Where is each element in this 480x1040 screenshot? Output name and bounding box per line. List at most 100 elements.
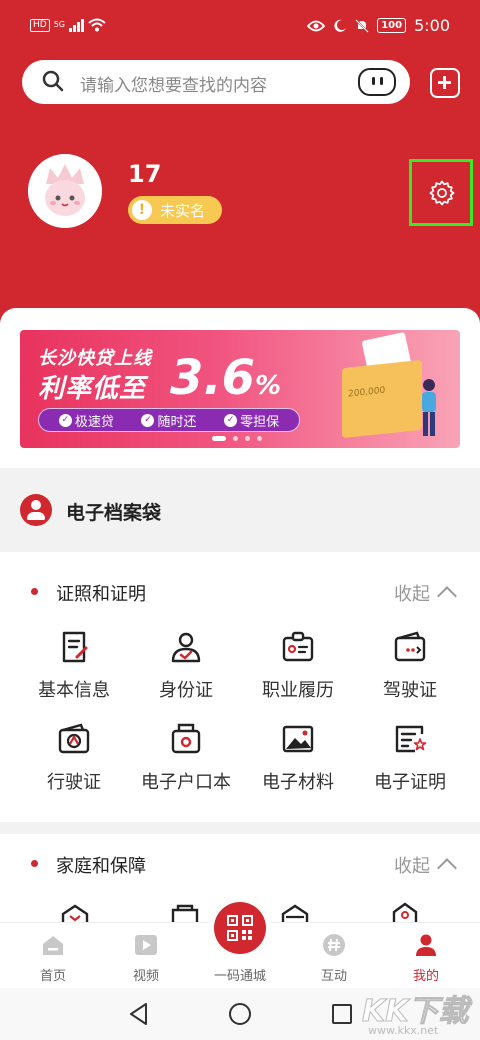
- verify-status-text: 未实名: [160, 202, 206, 220]
- badge-icon: [282, 631, 314, 662]
- section-certificates: 证照和证明 收起 基本信息 身份证 职业履历 驾驶证 行驶证 电子户口本 电子材…: [0, 552, 480, 822]
- user-circle-icon: [20, 494, 52, 526]
- id-person-icon: [171, 632, 201, 663]
- collapse-button[interactable]: 收起: [394, 580, 430, 606]
- banner-rate-unit: %: [255, 371, 282, 401]
- tab-label: 互动: [320, 969, 347, 984]
- assistant-robot-icon[interactable]: [358, 68, 396, 96]
- grid-label: 电子证明: [374, 772, 446, 793]
- chevron-up-icon[interactable]: [437, 586, 457, 606]
- grid-label: 电子户口本: [141, 772, 231, 793]
- user-name: 17: [128, 160, 162, 188]
- grid-item-id-card[interactable]: 身份证: [130, 630, 242, 702]
- document-pen-icon: [62, 631, 88, 663]
- status-bar: HD 5G 100 5:00: [0, 0, 480, 54]
- verify-status-badge[interactable]: ! 未实名: [128, 196, 222, 224]
- battery-indicator: 100: [377, 18, 407, 33]
- check-icon: ✓: [141, 413, 155, 427]
- home-icon: [43, 936, 63, 955]
- mute-bell-icon: [355, 18, 369, 33]
- image-material-icon: [282, 725, 314, 753]
- section-dot: [31, 860, 38, 867]
- family-home-icon: [392, 902, 418, 924]
- gear-icon: [429, 180, 455, 206]
- archive-title: 电子档案袋: [66, 502, 162, 524]
- grid-label: 电子材料: [262, 772, 334, 793]
- banner-tag: ✓ 零担保: [224, 411, 279, 430]
- settings-button[interactable]: [409, 159, 473, 226]
- hashtag-chat-icon: [323, 934, 345, 956]
- promo-banner[interactable]: 长沙快贷上线 利率低至 3.6% ✓ 极速贷 ✓ 随时还 ✓ 零担保 200,000: [20, 330, 460, 448]
- search-input[interactable]: 请输入您想要查找的内容: [80, 71, 267, 96]
- grid-label: 身份证: [159, 680, 213, 701]
- banner-tag: ✓ 随时还: [141, 411, 196, 430]
- tab-interact[interactable]: 互动: [286, 923, 382, 989]
- clock: 5:00: [414, 16, 450, 35]
- banner-rate-value: 3.6: [170, 350, 256, 406]
- vehicle-card-icon: [58, 723, 90, 754]
- banner-tag-label: 极速贷: [74, 414, 114, 430]
- alert-icon: !: [132, 200, 152, 220]
- avatar[interactable]: [28, 154, 102, 228]
- grid-label: 职业履历: [262, 680, 334, 701]
- banner-tag: ✓ 极速贷: [58, 411, 114, 430]
- back-icon[interactable]: [128, 1002, 148, 1026]
- home-nav-icon[interactable]: [229, 1003, 251, 1025]
- grid-label: 基本信息: [38, 680, 110, 701]
- grid-item-driver-license[interactable]: 驾驶证: [354, 630, 466, 702]
- watermark-url: www.kkx.net: [368, 1024, 439, 1037]
- check-icon: ✓: [58, 413, 72, 427]
- video-icon: [135, 935, 157, 955]
- section-title: 家庭和保障: [56, 856, 146, 877]
- mascot-avatar-icon: [28, 154, 102, 228]
- family-card-icon: [171, 904, 199, 924]
- grid-label: 行驶证: [47, 772, 101, 793]
- tab-home[interactable]: 首页: [5, 923, 101, 989]
- recent-apps-icon[interactable]: [332, 1004, 352, 1024]
- grid-item-basic-info[interactable]: 基本信息: [18, 630, 130, 702]
- family-envelope-icon: [61, 904, 89, 924]
- qr-code-icon: [227, 915, 253, 941]
- banner-title-line2: 利率低至: [38, 374, 147, 404]
- check-icon: ✓: [224, 413, 238, 427]
- grid-item-certificate[interactable]: 电子证明: [354, 722, 466, 794]
- banner-pagination: [212, 436, 262, 441]
- banner-tags: ✓ 极速贷 ✓ 随时还 ✓ 零担保: [38, 408, 300, 432]
- grid-item-career[interactable]: 职业履历: [242, 630, 354, 702]
- wifi-icon: [88, 18, 106, 32]
- banner-person-illustration: [422, 379, 436, 436]
- archive-header: 电子档案袋: [0, 480, 480, 552]
- signal-icon: [69, 18, 84, 32]
- search-icon: [42, 70, 64, 92]
- tab-label: 视频: [132, 969, 159, 984]
- eye-icon: [307, 20, 326, 31]
- chevron-up-icon[interactable]: [437, 858, 457, 878]
- section-title: 证照和证明: [56, 584, 146, 605]
- add-button[interactable]: [430, 68, 460, 98]
- tab-label: 我的: [412, 969, 439, 984]
- grid-item-vehicle-license[interactable]: 行驶证: [18, 722, 130, 794]
- banner-title-line1: 长沙快贷上线: [38, 348, 152, 369]
- tab-video[interactable]: 视频: [98, 923, 194, 989]
- banner-tag-label: 随时还: [157, 414, 197, 430]
- qr-code-button[interactable]: [214, 902, 266, 954]
- search-bar[interactable]: 请输入您想要查找的内容: [22, 60, 410, 104]
- grid-item-materials[interactable]: 电子材料: [242, 722, 354, 794]
- certificate-star-icon: [395, 725, 427, 753]
- tab-label: 一码通城: [213, 969, 266, 984]
- collapse-button[interactable]: 收起: [394, 852, 430, 878]
- network-type: HD: [30, 18, 50, 32]
- license-card-icon: [394, 631, 426, 662]
- grid-item-household-register[interactable]: 电子户口本: [130, 722, 242, 794]
- grid-label: 驾驶证: [383, 680, 437, 701]
- section-dot: [31, 588, 38, 595]
- banner-box-label: 200,000: [348, 385, 386, 400]
- tab-mine[interactable]: 我的: [378, 923, 474, 989]
- signal-type: 5G: [53, 20, 65, 29]
- user-icon: [416, 934, 436, 956]
- banner-tag-label: 零担保: [240, 414, 280, 430]
- banner-box-illustration: 200,000: [342, 359, 422, 439]
- tab-label: 首页: [39, 969, 66, 984]
- family-house-icon: [281, 904, 309, 924]
- watermark: KK下载 www.kkx.net: [362, 986, 472, 1040]
